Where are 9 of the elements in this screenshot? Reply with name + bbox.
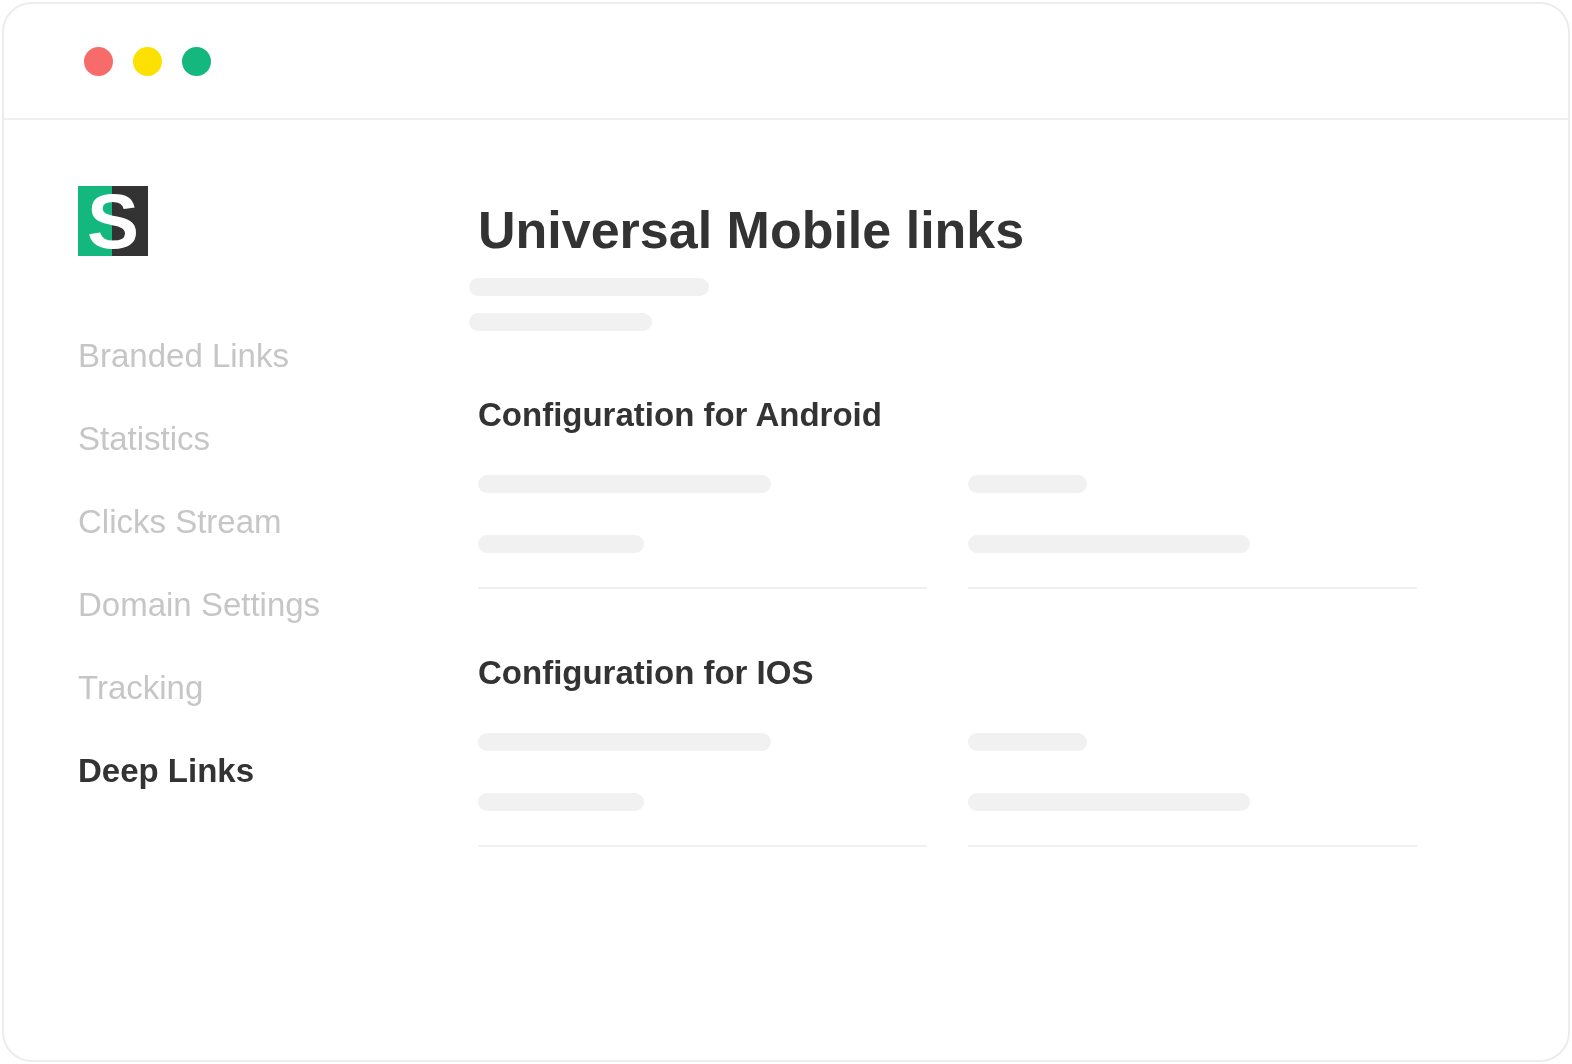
sidebar-item[interactable]: Tracking bbox=[78, 668, 478, 708]
section-heading: Configuration for IOS bbox=[478, 653, 815, 693]
sidebar-item[interactable]: Branded Links bbox=[78, 336, 478, 376]
sidebar-item[interactable]: Domain Settings bbox=[78, 585, 478, 625]
sidebar-item[interactable]: Statistics bbox=[78, 419, 478, 459]
sidebar-item[interactable]: Clicks Stream bbox=[78, 502, 478, 542]
section-heading: Configuration for Android bbox=[478, 395, 883, 435]
sidebar-item[interactable]: Deep Links bbox=[78, 751, 478, 791]
page-title: Universal Mobile links bbox=[478, 200, 1026, 260]
